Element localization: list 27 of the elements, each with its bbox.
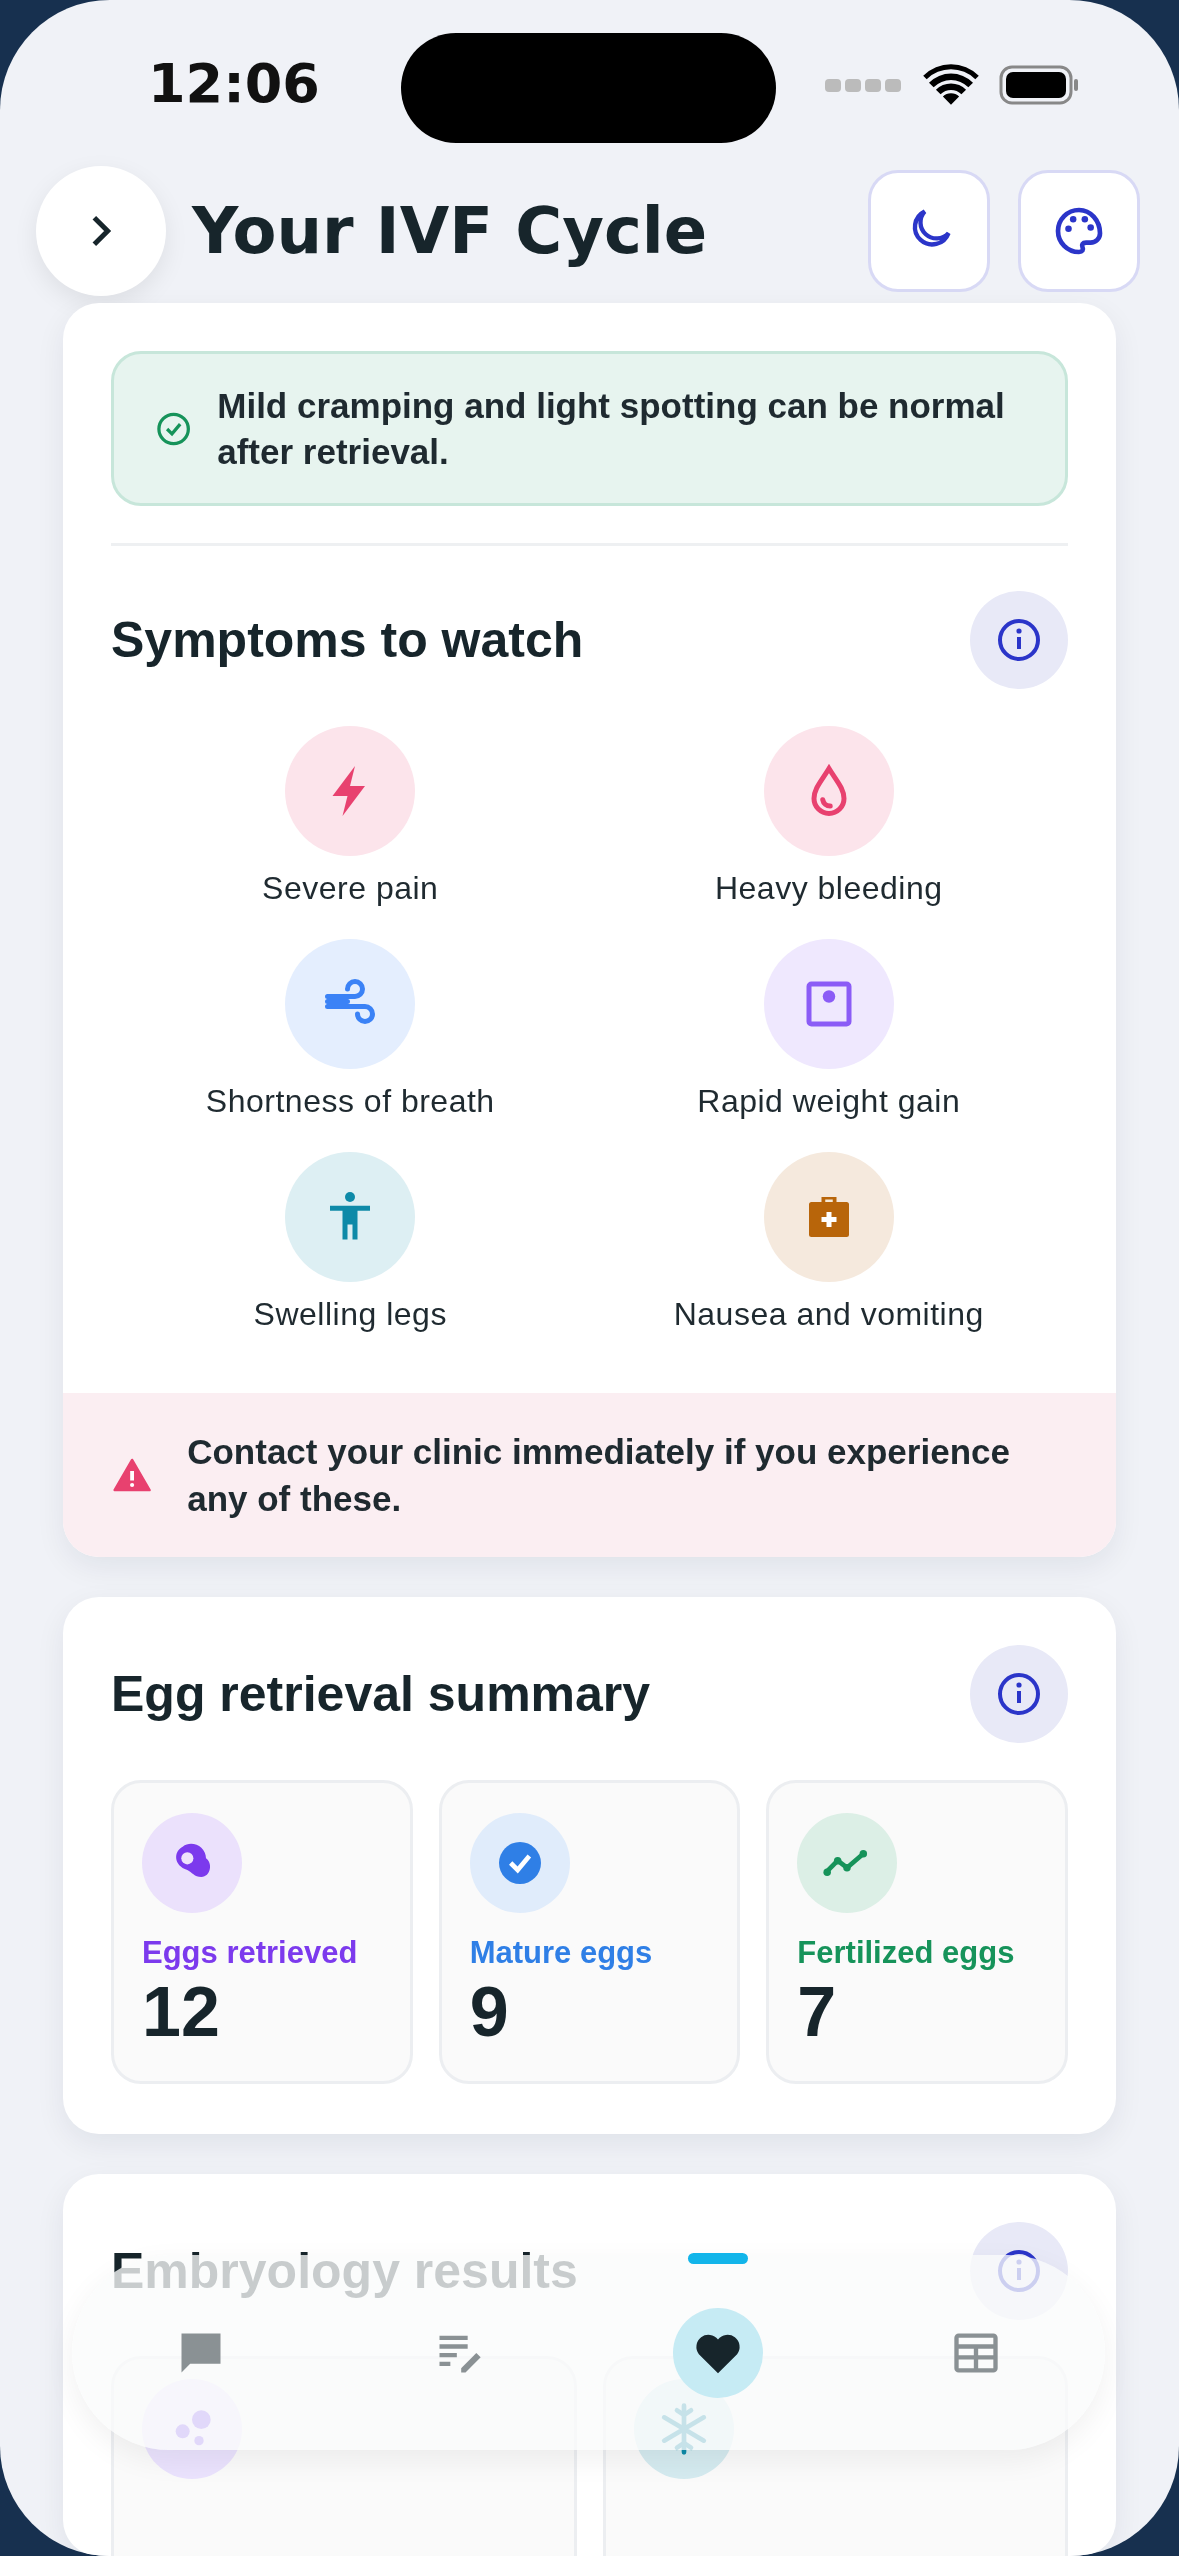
symptom-label: Heavy bleeding [714, 870, 943, 907]
stat-value: 7 [797, 1977, 838, 2047]
info-icon [995, 1670, 1043, 1718]
notice-text: Mild cramping and light spotting can be normal after retrieval. [217, 385, 1006, 473]
symptom-label: Swelling legs [253, 1296, 447, 1333]
section-title: Egg retrieval summary [111, 1665, 651, 1723]
stat-label: Eggs retrieved [142, 1935, 359, 1971]
stat-label: Fertilized eggs [797, 1935, 1016, 1971]
dark-mode-button[interactable] [868, 169, 990, 292]
signal-icon [825, 77, 903, 93]
stat-label: Mature eggs [469, 1935, 654, 1971]
page-title: Your IVF Cycle [192, 193, 709, 268]
status-time: 12:06 [148, 52, 320, 115]
section-title: Symptoms to watch [111, 611, 584, 669]
active-indicator [687, 2252, 748, 2264]
theme-button[interactable] [1018, 169, 1140, 292]
wifi-icon [923, 63, 979, 107]
info-icon [995, 616, 1043, 664]
symptom-label: Rapid weight gain [697, 1083, 961, 1120]
stat-value: 12 [142, 1977, 221, 2047]
warning-text: Contact your clinic immediately if you experience any of these. [187, 1430, 1011, 1520]
section-title: Embryology results [111, 2242, 578, 2300]
battery-icon [999, 65, 1079, 105]
stat-value: 9 [469, 1977, 510, 2047]
symptom-label: Shortness of breath [205, 1083, 495, 1120]
symptom-label: Severe pain [262, 870, 439, 907]
symptom-label: Nausea and vomiting [673, 1296, 984, 1333]
